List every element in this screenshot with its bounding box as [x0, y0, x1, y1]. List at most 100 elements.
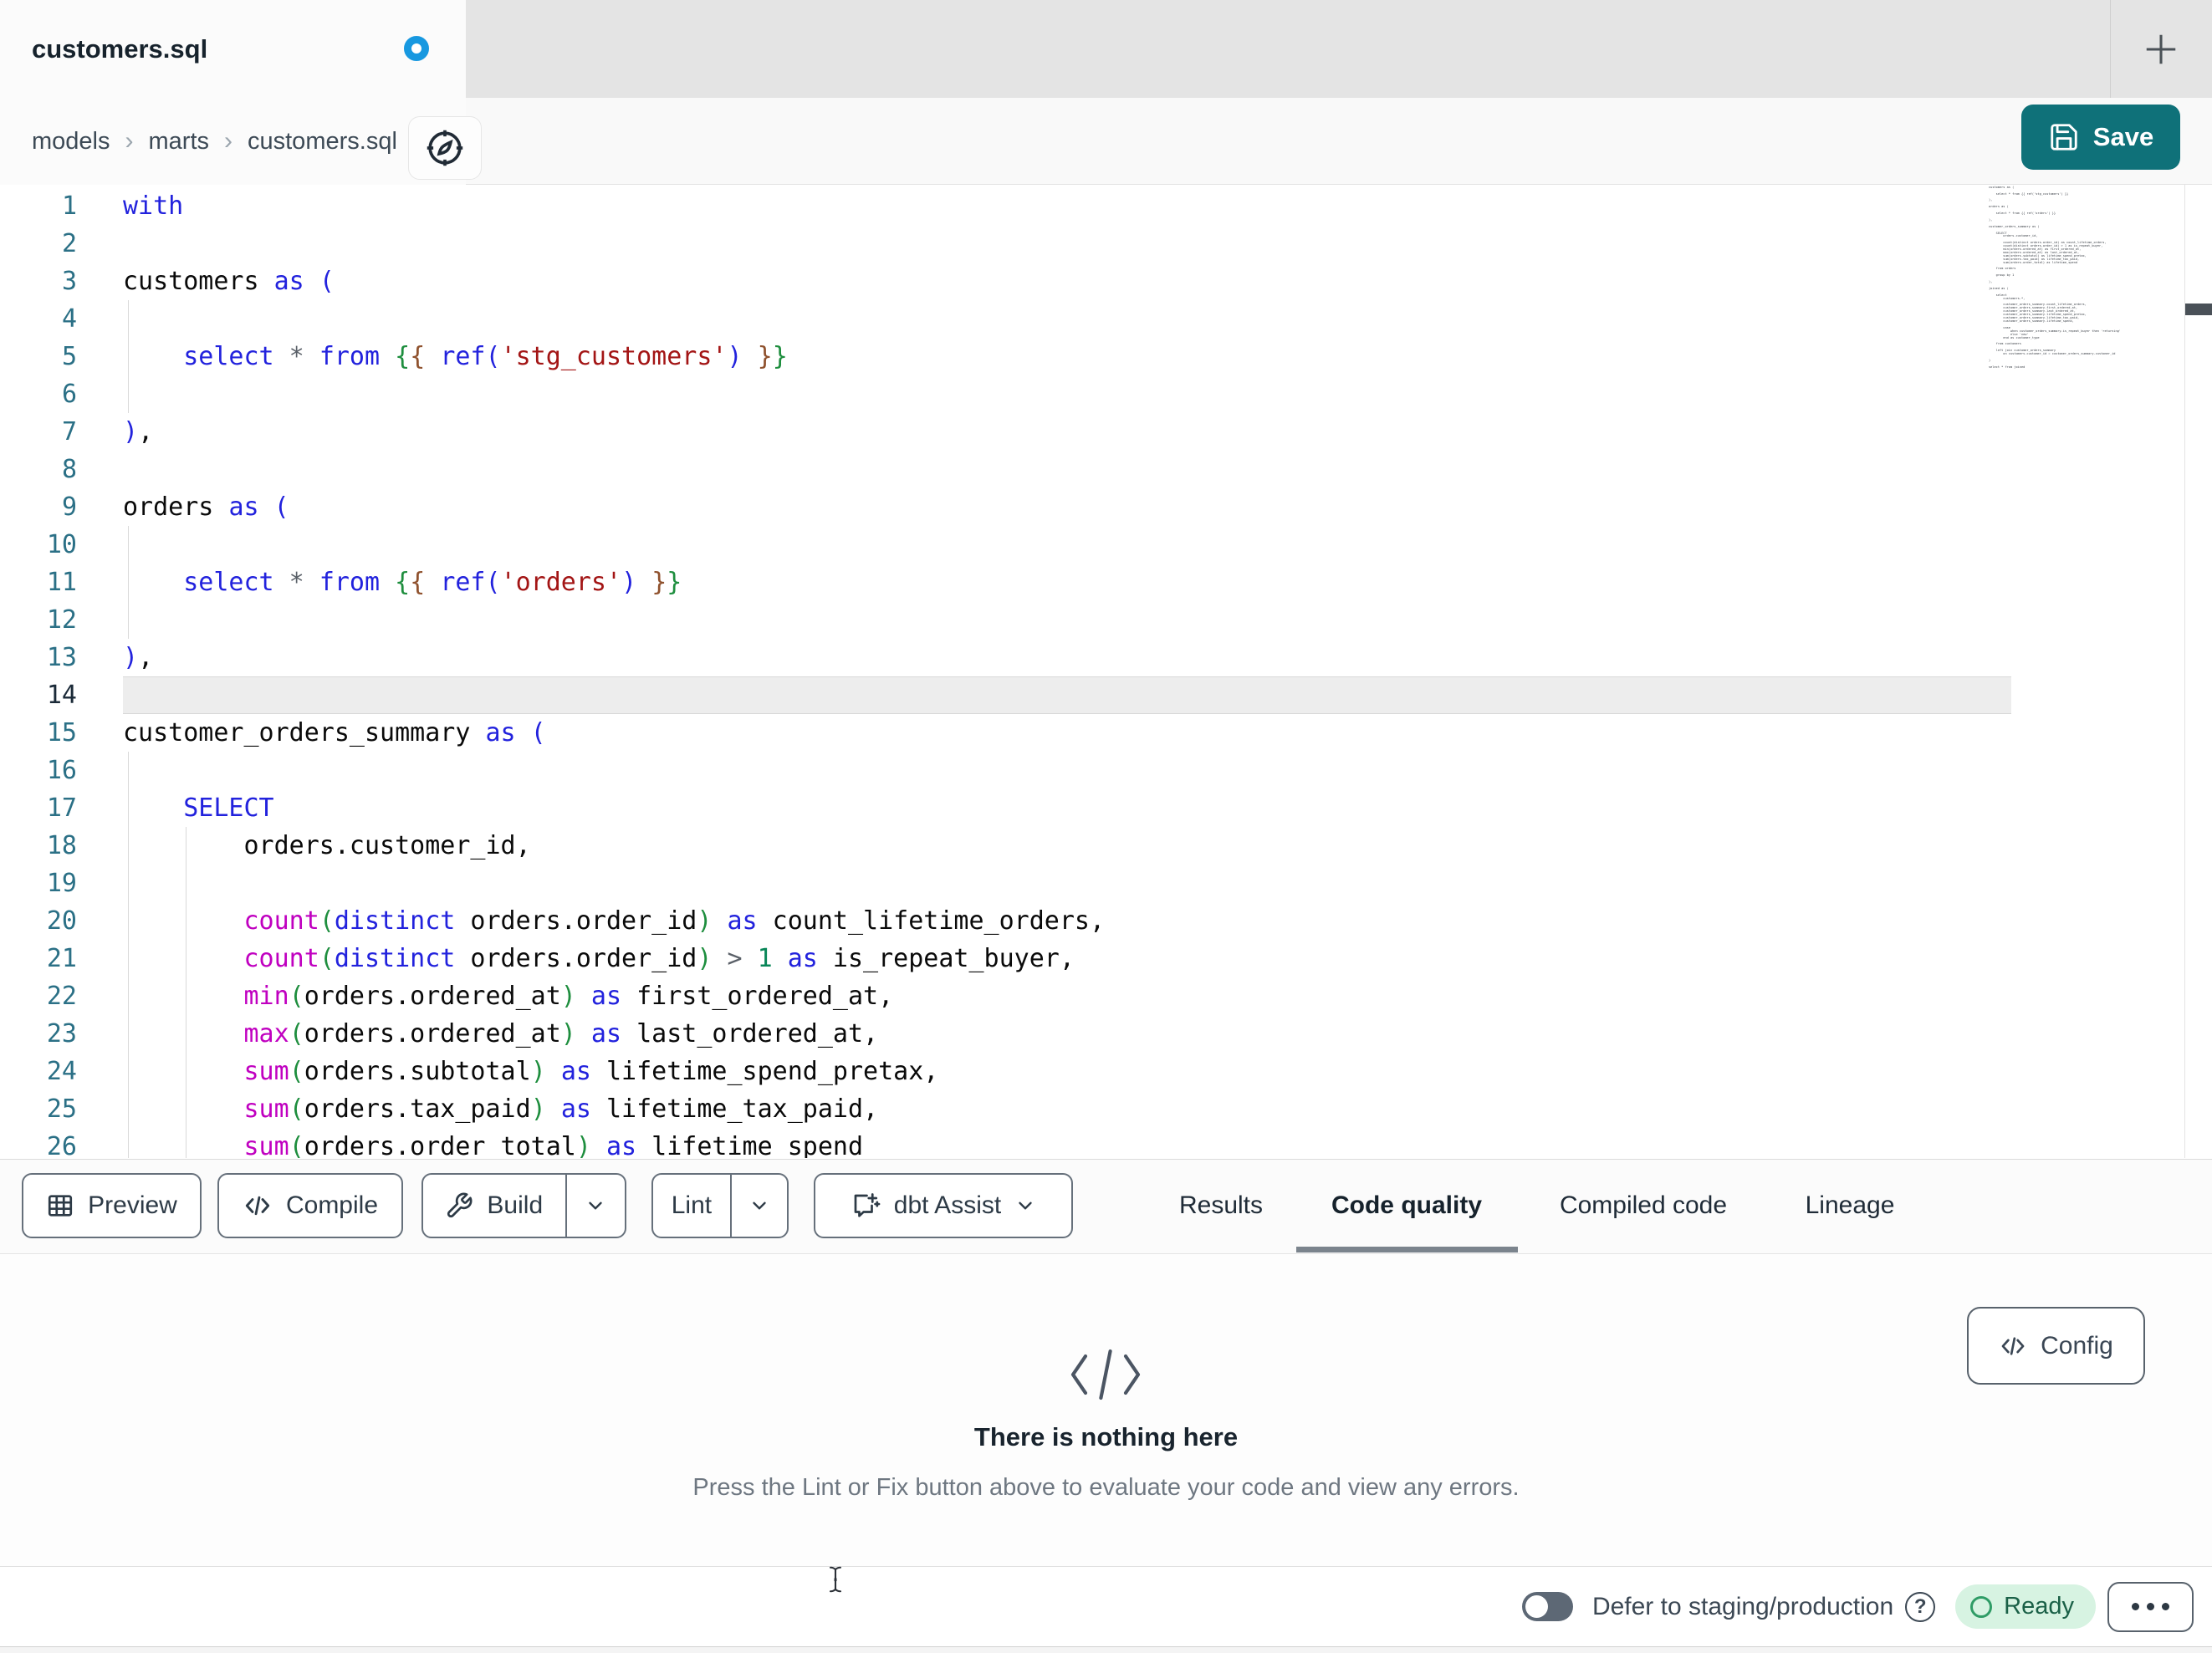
build-button[interactable]: Build	[423, 1175, 565, 1237]
code-line-26[interactable]: 26 sum(orders.order_total) as lifetime_s…	[0, 1128, 2212, 1158]
breadcrumb-customers-sql[interactable]: customers.sql	[248, 128, 397, 156]
config-button[interactable]: Config	[1967, 1307, 2145, 1385]
scrollbar-thumb[interactable]	[2185, 304, 2212, 315]
line-number: 6	[61, 380, 77, 409]
line-number: 10	[46, 530, 77, 559]
code-line-21[interactable]: 21 count(distinct orders.order_id) > 1 a…	[0, 940, 2212, 977]
chevron-right-icon: ›	[224, 127, 232, 155]
window-bottom-edge	[0, 1646, 2212, 1653]
tab-results[interactable]: Results	[1174, 1160, 1268, 1252]
code-text: ),	[123, 643, 154, 672]
code-editor[interactable]: 1 with 2 3 customers as (4 5 select * from {{…	[0, 185, 2212, 1158]
breadcrumb-models[interactable]: models	[32, 128, 110, 156]
line-number: 22	[46, 982, 77, 1011]
lint-button[interactable]: Lint	[653, 1175, 730, 1237]
code-line-14[interactable]: 14	[0, 676, 2212, 714]
indent-guide	[128, 752, 129, 1158]
code-line-25[interactable]: 25 sum(orders.tax_paid) as lifetime_tax_…	[0, 1090, 2212, 1128]
compile-button[interactable]: Compile	[217, 1173, 403, 1238]
line-number: 8	[61, 455, 77, 484]
code-line-2[interactable]: 2	[0, 225, 2212, 263]
code-lines: 1 with 2 3 customers as (4 5 select * from {{…	[0, 185, 2212, 1158]
preview-button[interactable]: Preview	[22, 1173, 202, 1238]
compass-icon	[423, 126, 467, 170]
line-number: 16	[46, 756, 77, 785]
code-line-5[interactable]: 5 select * from {{ ref('stg_customers') …	[0, 338, 2212, 375]
editor-minimap[interactable]: with customers as ( select * from {{ ref…	[1989, 185, 2184, 370]
tab-code-quality[interactable]: Code quality	[1326, 1160, 1487, 1252]
lineage-compass-button[interactable]	[408, 116, 482, 180]
code-line-7[interactable]: 7),	[0, 413, 2212, 451]
tab-title: customers.sql	[32, 34, 208, 64]
code-line-10[interactable]: 10	[0, 526, 2212, 564]
code-line-22[interactable]: 22 min(orders.ordered_at) as first_order…	[0, 977, 2212, 1015]
code-line-9[interactable]: 9 orders as (	[0, 488, 2212, 526]
code-text: max(orders.ordered_at) as last_ordered_a…	[243, 1019, 879, 1048]
tab-lineage[interactable]: Lineage	[1801, 1160, 1900, 1252]
line-number: 26	[46, 1132, 77, 1158]
line-number: 3	[61, 267, 77, 296]
chevron-down-icon	[748, 1195, 770, 1217]
code-text: select * from {{ ref('orders') }}	[183, 568, 682, 597]
indent-guide	[128, 300, 129, 413]
new-tab-button[interactable]	[2132, 20, 2190, 79]
dbt-assist-button[interactable]: dbt Assist	[814, 1173, 1073, 1238]
code-text: count(distinct orders.order_id) as count…	[243, 906, 1106, 936]
code-line-18[interactable]: 18 orders.customer_id,	[0, 827, 2212, 865]
line-number: 24	[46, 1057, 77, 1086]
dot-icon	[2147, 1603, 2154, 1610]
code-line-17[interactable]: 17 SELECT	[0, 789, 2212, 827]
help-icon[interactable]: ?	[1905, 1591, 1936, 1622]
code-line-19[interactable]: 19	[0, 865, 2212, 902]
code-line-16[interactable]: 16	[0, 752, 2212, 789]
code-line-23[interactable]: 23 max(orders.ordered_at) as last_ordere…	[0, 1015, 2212, 1053]
code-icon	[1999, 1332, 2027, 1360]
tab-customers-sql[interactable]: customers.sql	[0, 0, 466, 98]
code-text: select * from {{ ref('stg_customers') }}	[183, 342, 788, 371]
build-split-button: Build	[421, 1173, 626, 1238]
code-text: count(distinct orders.order_id) > 1 as i…	[243, 944, 1075, 973]
code-text: orders.customer_id,	[123, 831, 531, 860]
code-text: customers as (	[123, 267, 335, 296]
status-bar: Defer to staging/production ? Ready	[0, 1566, 2212, 1646]
line-number: 18	[46, 831, 77, 860]
code-line-12[interactable]: 12	[0, 601, 2212, 639]
code-line-20[interactable]: 20 count(distinct orders.order_id) as co…	[0, 902, 2212, 940]
save-button[interactable]: Save	[2021, 105, 2180, 170]
line-number: 25	[46, 1094, 77, 1124]
code-line-1[interactable]: 1 with	[0, 187, 2212, 225]
build-dropdown-button[interactable]	[564, 1175, 625, 1237]
code-line-11[interactable]: 11 select * from {{ ref('orders') }}	[0, 564, 2212, 601]
more-options-button[interactable]	[2107, 1581, 2194, 1632]
line-number: 21	[46, 944, 77, 973]
lint-dropdown-button[interactable]	[729, 1175, 787, 1237]
code-text: customer_orders_summary as (	[123, 718, 546, 747]
plus-icon	[2142, 30, 2180, 69]
defer-toggle[interactable]	[1521, 1592, 1573, 1621]
code-line-15[interactable]: 15 customer_orders_summary as (	[0, 714, 2212, 752]
wrench-icon	[445, 1191, 473, 1220]
code-line-6[interactable]: 6	[0, 375, 2212, 413]
code-text: with	[123, 191, 184, 221]
text-cursor-pointer	[828, 1565, 843, 1594]
file-header-row: models › marts › customers.sql Save	[0, 98, 2212, 185]
code-line-3[interactable]: 3 customers as (	[0, 263, 2212, 300]
line-number: 4	[61, 304, 77, 334]
tab-compiled-code[interactable]: Compiled code	[1555, 1160, 1732, 1252]
breadcrumb-marts[interactable]: marts	[149, 128, 210, 156]
active-tab-underline	[1296, 1247, 1518, 1253]
line-number: 23	[46, 1019, 77, 1048]
status-badge: Ready	[1955, 1584, 2096, 1629]
preview-label: Preview	[88, 1191, 177, 1219]
code-line-13[interactable]: 13),	[0, 639, 2212, 676]
code-line-8[interactable]: 8	[0, 451, 2212, 488]
editor-tab-bar: customers.sql	[0, 0, 2212, 98]
line-number: 11	[46, 568, 77, 597]
code-line-24[interactable]: 24 sum(orders.subtotal) as lifetime_spen…	[0, 1053, 2212, 1090]
line-number: 14	[46, 681, 77, 710]
dbt-assist-label: dbt Assist	[893, 1191, 1002, 1219]
ready-label: Ready	[2004, 1593, 2074, 1620]
code-line-4[interactable]: 4	[0, 300, 2212, 338]
code-text: min(orders.ordered_at) as first_ordered_…	[243, 982, 894, 1011]
line-number: 19	[46, 869, 77, 898]
